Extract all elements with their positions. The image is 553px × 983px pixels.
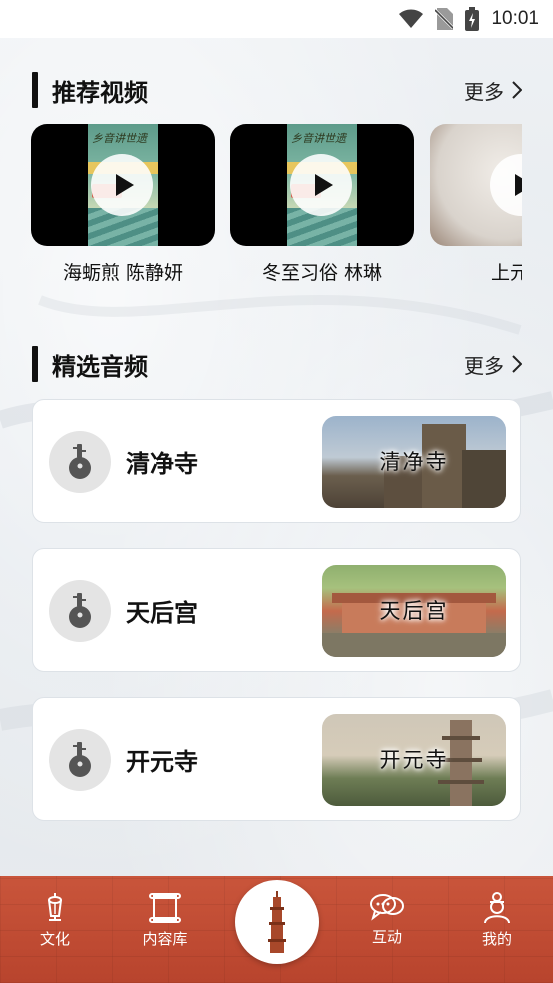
video-title: 海蛎煎 陈静妍 (62, 262, 184, 284)
center-home-button[interactable] (235, 880, 319, 964)
videos-section-title: 推荐视频 (32, 72, 148, 108)
status-bar: 10:01 (0, 0, 553, 38)
videos-title-text: 推荐视频 (52, 78, 148, 107)
videos-more-label: 更多 (464, 79, 504, 104)
nav-item-interaction[interactable]: 互动 (352, 892, 422, 947)
title-accent-bar (32, 346, 38, 382)
video-thumbnail[interactable]: 乡音讲世遗 (31, 124, 215, 246)
chevron-right-icon (512, 355, 522, 373)
battery-charging-icon (465, 7, 480, 31)
play-button[interactable] (490, 154, 522, 216)
video-card[interactable]: 乡音讲世遗 海蛎煎 陈静妍 (31, 124, 215, 285)
audio-title-text: 精选音频 (52, 352, 148, 381)
audio-thumbnail[interactable]: 清净寺 (322, 416, 506, 508)
audio-title: 清净寺 (126, 450, 198, 478)
audio-thumbnail-label: 开元寺 (379, 748, 449, 772)
videos-more-button[interactable]: 更多 (464, 76, 522, 105)
nav-label: 内容库 (142, 930, 188, 948)
pipa-icon (49, 729, 111, 791)
audio-section-header: 精选音频 更多 (32, 344, 522, 384)
audio-thumbnail[interactable]: 天后宫 (322, 565, 506, 657)
video-carousel[interactable]: 乡音讲世遗 海蛎煎 陈静妍 乡音讲世遗 冬至习俗 林琳 上元 (31, 124, 522, 289)
play-icon (314, 174, 333, 196)
audio-card[interactable]: 天后宫 天后宫 (32, 548, 521, 672)
play-button[interactable] (290, 154, 352, 216)
audio-title: 天后宫 (126, 599, 198, 627)
video-card[interactable]: 上元 (430, 124, 522, 285)
chevron-right-icon (512, 81, 522, 99)
no-sim-icon (435, 8, 454, 30)
videos-section-header: 推荐视频 更多 (32, 70, 522, 110)
play-icon (514, 174, 522, 196)
audio-title: 开元寺 (126, 748, 198, 776)
audio-more-label: 更多 (464, 353, 504, 378)
video-title: 冬至习俗 林琳 (261, 262, 383, 284)
chat-bubbles-icon (370, 894, 404, 921)
video-thumbnail[interactable]: 乡音讲世遗 (230, 124, 414, 246)
play-button[interactable] (91, 154, 153, 216)
audio-card[interactable]: 开元寺 开元寺 (32, 697, 521, 821)
pipa-icon (49, 431, 111, 493)
nav-label: 互动 (371, 928, 402, 946)
nav-item-mine[interactable]: 我的 (462, 892, 532, 949)
profile-icon (484, 892, 510, 924)
video-thumbnail[interactable] (430, 124, 522, 246)
audio-thumbnail[interactable]: 开元寺 (322, 714, 506, 806)
pipa-icon (49, 580, 111, 642)
nav-label: 我的 (481, 930, 512, 948)
nav-item-culture[interactable]: 文化 (20, 892, 90, 949)
audio-thumbnail-label: 天后宫 (379, 599, 449, 623)
nav-item-content-library[interactable]: 内容库 (130, 892, 200, 949)
play-icon (115, 174, 134, 196)
video-title: 上元 (491, 262, 522, 284)
video-card[interactable]: 乡音讲世遗 冬至习俗 林琳 (230, 124, 414, 285)
lantern-icon (48, 893, 62, 921)
audio-thumbnail-label: 清净寺 (379, 450, 449, 474)
status-time: 10:01 (491, 8, 539, 29)
nav-label: 文化 (39, 930, 70, 948)
scroll-icon (149, 893, 181, 923)
audio-more-button[interactable]: 更多 (464, 350, 522, 379)
audio-card[interactable]: 清净寺 清净寺 (32, 399, 521, 523)
audio-section-title: 精选音频 (32, 346, 148, 382)
wifi-icon (399, 9, 424, 29)
pagoda-icon (268, 891, 286, 953)
title-accent-bar (32, 72, 38, 108)
